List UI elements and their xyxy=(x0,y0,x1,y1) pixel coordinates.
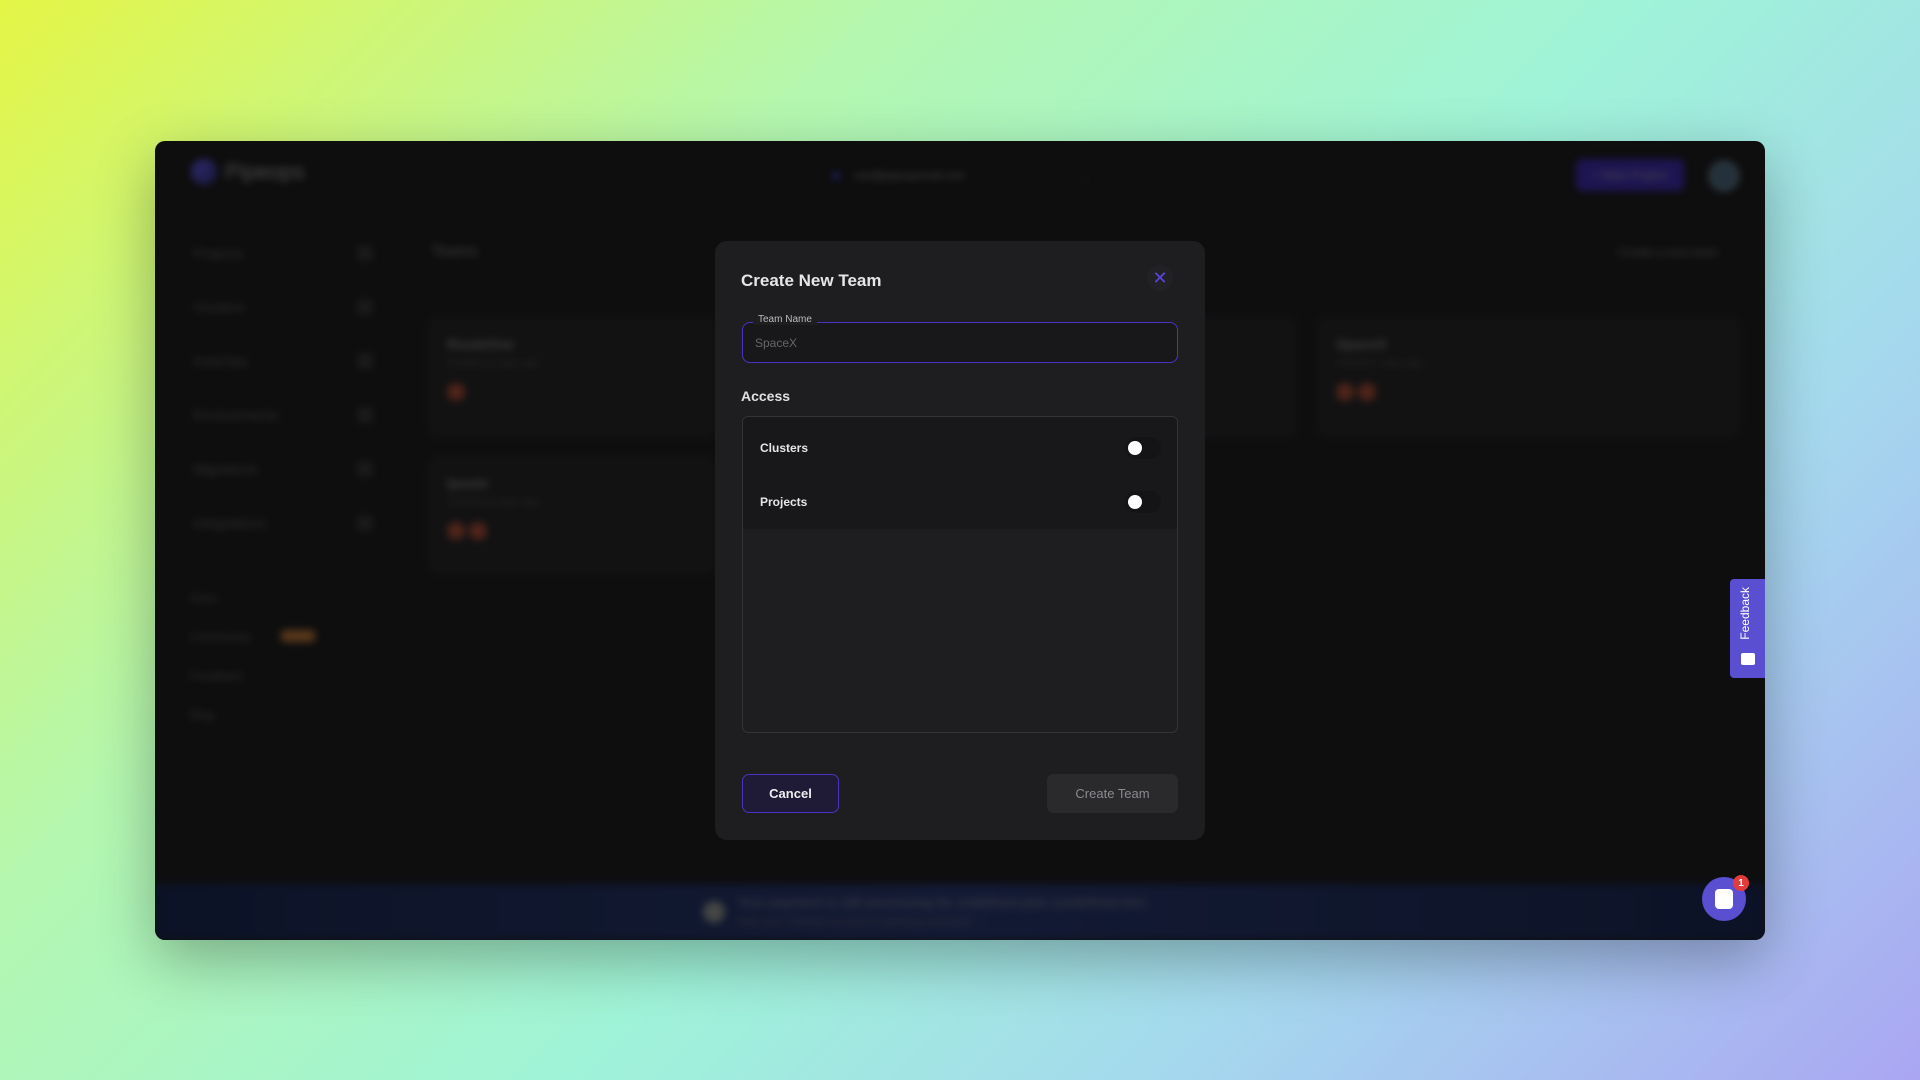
create-team-modal: Create New Team ✕ Team Name Access Clust… xyxy=(715,241,1205,840)
projects-toggle[interactable] xyxy=(1125,491,1161,513)
create-team-button[interactable]: Create Team xyxy=(1047,774,1178,813)
access-heading: Access xyxy=(741,388,791,404)
team-name-input[interactable] xyxy=(743,323,1177,362)
chat-button[interactable]: 1 xyxy=(1702,875,1749,921)
access-row-clusters: Clusters xyxy=(743,421,1177,475)
access-row-projects: Projects xyxy=(743,475,1177,529)
clusters-toggle[interactable] xyxy=(1125,437,1161,459)
feedback-label: Feedback xyxy=(1738,587,1752,640)
team-name-field: Team Name xyxy=(742,314,1178,363)
cancel-button[interactable]: Cancel xyxy=(742,774,839,813)
access-label: Projects xyxy=(760,495,808,509)
close-icon[interactable]: ✕ xyxy=(1147,265,1173,291)
access-label: Clusters xyxy=(760,441,809,455)
chat-icon xyxy=(1715,889,1733,909)
feedback-tab[interactable]: Feedback xyxy=(1730,579,1765,678)
access-list: Clusters Projects xyxy=(742,416,1178,733)
notification-badge: 1 xyxy=(1733,875,1749,891)
modal-title: Create New Team xyxy=(741,271,882,290)
team-name-label: Team Name xyxy=(753,314,817,325)
feedback-icon xyxy=(1741,653,1755,665)
